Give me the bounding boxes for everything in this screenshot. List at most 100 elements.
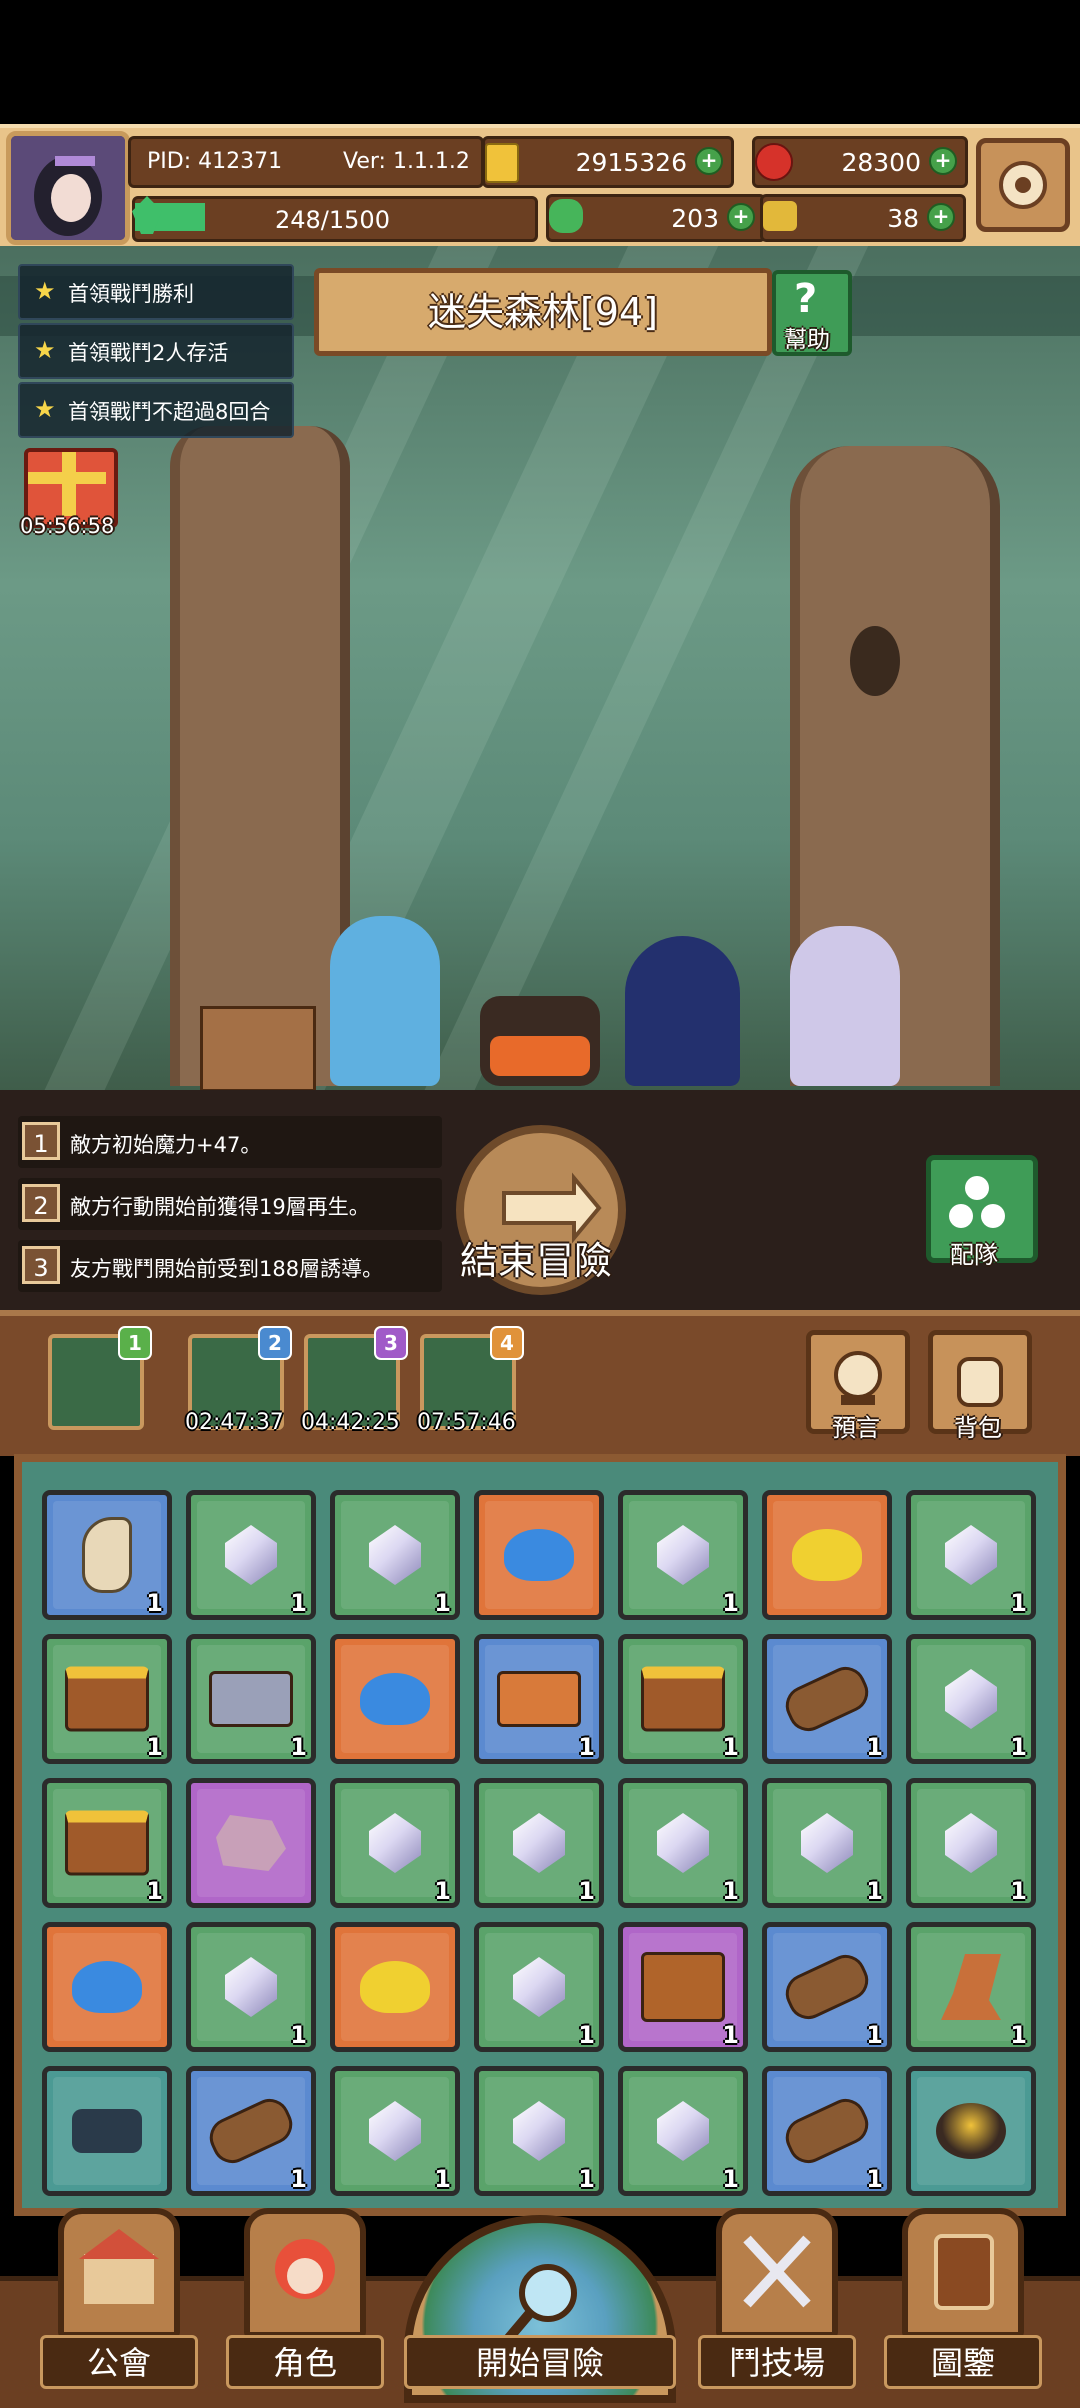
inventory-item-gem[interactable]: 1 — [906, 1490, 1036, 1620]
nav-character-label[interactable]: 角色 — [226, 2335, 384, 2389]
nav-arena-button[interactable] — [716, 2208, 838, 2338]
inventory-item-ore[interactable] — [186, 1778, 316, 1908]
guild-hall-icon — [79, 2229, 159, 2304]
item-count: 1 — [146, 1733, 163, 1761]
nav-codex-label[interactable]: 圖鑒 — [884, 2335, 1042, 2389]
add-key-button[interactable]: + — [927, 203, 955, 231]
item-count: 1 — [146, 1877, 163, 1905]
clover-amount: 203 — [671, 204, 719, 233]
add-gem-button[interactable]: + — [929, 147, 957, 175]
inventory-item-log[interactable]: 1 — [762, 2066, 892, 2196]
inventory-item-slime-blue[interactable] — [474, 1490, 604, 1620]
item-count: 1 — [1010, 1589, 1027, 1617]
add-clover-button[interactable]: + — [727, 203, 755, 231]
item-count: 1 — [146, 1589, 163, 1617]
item-count: 1 — [722, 2165, 739, 2193]
settings-button[interactable] — [976, 138, 1070, 232]
effect-number: 1 — [22, 1122, 60, 1160]
inventory-item-gem[interactable]: 1 — [330, 1778, 460, 1908]
inventory-item-gem[interactable]: 1 — [330, 1490, 460, 1620]
item-count: 1 — [290, 2165, 307, 2193]
treasure-chest-icon — [497, 1671, 581, 1727]
horn-icon — [82, 1517, 132, 1593]
inventory-item-log[interactable]: 1 — [762, 1922, 892, 2052]
inventory-item-boot[interactable]: 1 — [906, 1922, 1036, 2052]
item-count: 1 — [722, 1733, 739, 1761]
quest-item: ★ 首領戰鬥勝利 — [18, 264, 294, 320]
item-count: 1 — [290, 1589, 307, 1617]
inventory-item-gem[interactable]: 1 — [618, 2066, 748, 2196]
nav-character-button[interactable] — [244, 2208, 366, 2338]
prophecy-label: 預言 — [832, 1414, 880, 1442]
key-icon — [763, 201, 797, 231]
hooded-mage-character[interactable] — [625, 936, 740, 1086]
pid-version-panel: PID: 412371 Ver: 1.1.1.2 — [128, 136, 484, 188]
inventory-item-wreck[interactable] — [42, 2066, 172, 2196]
inventory-item-slime-blue[interactable] — [42, 1922, 172, 2052]
nav-guild-label[interactable]: 公會 — [40, 2335, 198, 2389]
inventory-item-slime-blue[interactable] — [330, 1634, 460, 1764]
cooking-pot — [480, 996, 600, 1086]
nav-arena-label[interactable]: 鬥技場 — [698, 2335, 856, 2389]
slime-yellow-icon — [792, 1529, 862, 1581]
effect-text: 敵方初始魔力+47。 — [70, 1133, 262, 1157]
tree-trunk-left — [170, 426, 350, 1086]
end-adventure-label[interactable]: 結束冒險 — [460, 1230, 612, 1285]
add-gold-button[interactable]: + — [695, 147, 723, 175]
inventory-item-treasure-chest[interactable]: 1 — [474, 1634, 604, 1764]
slime-yellow-icon — [360, 1961, 430, 2013]
star-icon: ★ — [34, 395, 56, 423]
effect-text: 友方戰鬥開始前受到188層誘導。 — [70, 1257, 384, 1281]
inventory-item-gem[interactable]: 1 — [618, 1778, 748, 1908]
nav-codex-button[interactable] — [902, 2208, 1024, 2338]
inventory-item-gem[interactable]: 1 — [474, 1922, 604, 2052]
character-icon — [275, 2239, 335, 2299]
inventory-item-gem[interactable]: 1 — [186, 1490, 316, 1620]
red-gem-icon — [755, 143, 793, 181]
player-avatar[interactable] — [6, 131, 130, 245]
bunny-knight-character[interactable] — [790, 926, 900, 1086]
inventory-item-gem[interactable]: 1 — [330, 2066, 460, 2196]
inventory-item-gem[interactable]: 1 — [762, 1778, 892, 1908]
avatar-portrait — [11, 136, 125, 240]
inventory-item-gem[interactable]: 1 — [186, 1922, 316, 2052]
tree-hollow — [850, 626, 900, 696]
inventory-item-campfire[interactable] — [906, 2066, 1036, 2196]
supply-crate — [200, 1006, 316, 1091]
gem-panel: 28300 + — [752, 136, 968, 188]
inventory-item-gold-chest[interactable]: 1 — [42, 1778, 172, 1908]
nav-guild-button[interactable] — [58, 2208, 180, 2338]
slot-timer: 02:47:37 — [185, 1410, 284, 1435]
item-count: 1 — [434, 1877, 451, 1905]
gold-chest-icon — [641, 1666, 725, 1732]
inventory-item-gem[interactable]: 1 — [906, 1634, 1036, 1764]
inventory-item-gem[interactable]: 1 — [618, 1490, 748, 1620]
quest-label: 首領戰鬥勝利 — [68, 282, 194, 306]
inventory-item-gold-chest[interactable]: 1 — [618, 1634, 748, 1764]
inventory-item-wood-chest[interactable]: 1 — [618, 1922, 748, 2052]
item-count: 1 — [290, 1733, 307, 1761]
clover-panel: 203 + — [546, 194, 766, 242]
nav-start-label[interactable]: 開始冒險 — [404, 2335, 676, 2389]
inventory-item-log[interactable]: 1 — [186, 2066, 316, 2196]
silver-chest-icon — [209, 1671, 293, 1727]
inventory-item-log[interactable]: 1 — [762, 1634, 892, 1764]
clover-icon — [549, 199, 583, 233]
inventory-item-gold-chest[interactable]: 1 — [42, 1634, 172, 1764]
inventory-item-gem[interactable]: 1 — [474, 1778, 604, 1908]
inventory-item-gem[interactable]: 1 — [474, 2066, 604, 2196]
question-icon: ? — [794, 276, 818, 322]
stage-slot[interactable]: 1 — [48, 1326, 152, 1430]
inventory-item-slime-yellow[interactable] — [330, 1922, 460, 2052]
ice-mage-character[interactable] — [330, 916, 440, 1086]
slime-blue-icon — [360, 1673, 430, 1725]
wreck-icon — [72, 2109, 142, 2153]
inventory-item-gem[interactable]: 1 — [906, 1778, 1036, 1908]
energy-text: 248/1500 — [275, 206, 390, 234]
gold-chest-icon — [65, 1666, 149, 1732]
inventory-item-horn[interactable]: 1 — [42, 1490, 172, 1620]
item-count: 1 — [722, 1877, 739, 1905]
inventory-item-slime-yellow[interactable] — [762, 1490, 892, 1620]
item-count: 1 — [434, 1589, 451, 1617]
inventory-item-silver-chest[interactable]: 1 — [186, 1634, 316, 1764]
